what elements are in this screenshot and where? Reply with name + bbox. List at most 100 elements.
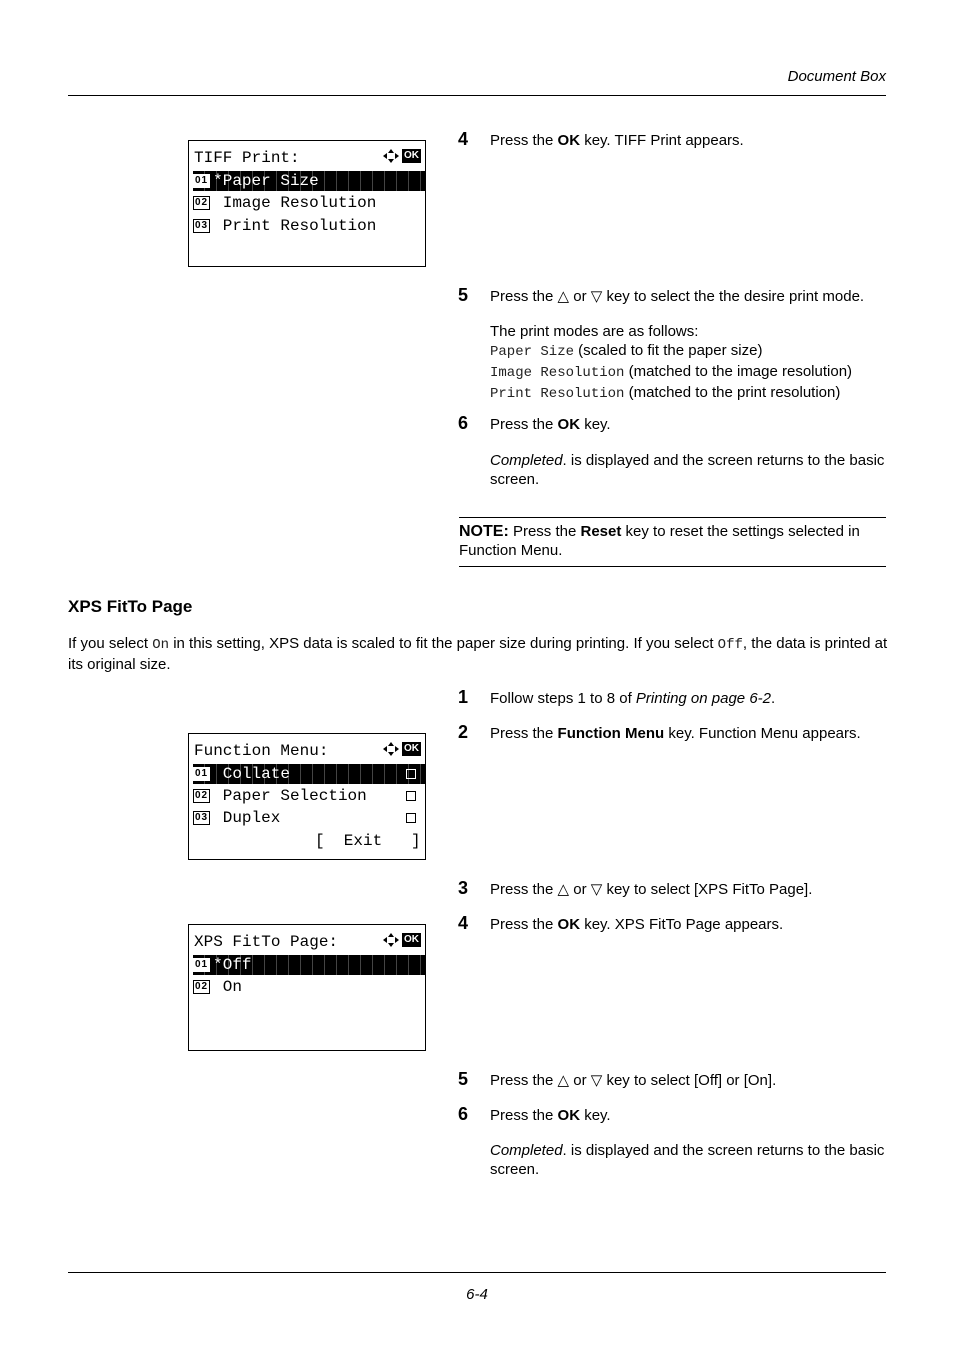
- text: .: [771, 690, 776, 707]
- item-label: *Off: [213, 956, 252, 974]
- ok-icon: OK: [402, 149, 421, 163]
- lcd-exit-row: [ Exit ]: [193, 831, 425, 851]
- ok-icon: OK: [402, 742, 421, 756]
- text: key. TIFF Print appears.: [580, 132, 744, 149]
- text: Follow steps 1 to 8 of: [490, 690, 636, 707]
- modes-intro: The print modes are as follows:: [490, 323, 699, 340]
- four-way-arrow-icon: [383, 742, 399, 756]
- item-number-badge: 03: [193, 219, 211, 233]
- text: Press the: [490, 725, 558, 742]
- section-title: XPS FitTo Page: [68, 597, 193, 616]
- text: key. XPS FitTo Page appears.: [580, 916, 784, 933]
- key-name: OK: [557, 1107, 581, 1124]
- item-label: Paper Selection: [213, 787, 367, 805]
- lcd-nav-ok-indicator: OK: [383, 933, 421, 947]
- lcd-function-menu: Function Menu: OK 01 Collate 02 Paper Se…: [188, 733, 426, 860]
- option-code: On: [152, 637, 170, 653]
- item-number-badge: 01: [193, 767, 211, 781]
- checkbox-icon: [406, 769, 416, 779]
- step-number: 2: [458, 722, 469, 742]
- note-label: NOTE:: [459, 523, 509, 540]
- item-number-badge: 01: [193, 174, 211, 188]
- step-number: 4: [458, 913, 469, 933]
- four-way-arrow-icon: [383, 933, 399, 947]
- lcd-xps-fitto-page: XPS FitTo Page: OK 01 *Off 02 On: [188, 924, 426, 1051]
- key-name: Function Menu: [557, 725, 665, 742]
- item-number-badge: 02: [193, 980, 211, 994]
- item-label: Collate: [213, 765, 290, 783]
- step-text: Press the OK key.: [490, 415, 890, 434]
- step-text: Follow steps 1 to 8 of Printing on page …: [490, 689, 890, 708]
- text: key.: [580, 1107, 611, 1124]
- header-rule: [68, 95, 886, 96]
- lcd-title: Function Menu:: [194, 742, 329, 760]
- lcd-nav-ok-indicator: OK: [383, 149, 421, 163]
- page-number: 6-4: [466, 1286, 488, 1303]
- step-number: 6: [458, 413, 469, 433]
- item-label: Image Resolution: [213, 194, 377, 212]
- step-number: 5: [458, 1069, 469, 1089]
- text: key. Function Menu appears.: [664, 725, 861, 742]
- step-text: Press the OK key.: [490, 1106, 890, 1125]
- lcd-nav-ok-indicator: OK: [383, 742, 421, 756]
- text: Press the: [490, 132, 558, 149]
- lcd-menu-item: 02 Image Resolution: [193, 193, 425, 213]
- lcd-title: XPS FitTo Page:: [194, 933, 339, 951]
- section-intro: If you select On in this setting, XPS da…: [68, 634, 898, 675]
- lcd-tiff-print: TIFF Print: OK 01 *Paper Size 02 Image Re…: [188, 140, 426, 267]
- mode-item: Image Resolution (matched to the image r…: [490, 362, 890, 383]
- mode-code: Image Resolution: [490, 365, 625, 381]
- lcd-menu-item: 03 Duplex: [193, 808, 425, 828]
- note-rule-top: [459, 517, 886, 518]
- step-text: Press the △ or ▽ key to select the the d…: [490, 288, 865, 305]
- text: If you select: [68, 635, 153, 652]
- item-number-badge: 03: [193, 811, 211, 825]
- exit-softkey: [ Exit ]: [315, 832, 421, 850]
- mode-desc: (matched to the image resolution): [624, 363, 853, 380]
- step-text: Press the OK key. XPS FitTo Page appears…: [490, 915, 890, 934]
- step-number: 3: [458, 878, 469, 898]
- lcd-menu-item: 01 *Off: [193, 955, 425, 975]
- note: NOTE: Press the Reset key to reset the s…: [459, 522, 889, 560]
- text: Press the: [490, 416, 558, 433]
- mode-desc: (scaled to fit the paper size): [574, 342, 763, 359]
- lcd-menu-item: 03 Print Resolution: [193, 216, 425, 236]
- step-number: 6: [458, 1104, 469, 1124]
- item-label: On: [213, 978, 242, 996]
- item-label: *Paper Size: [213, 172, 319, 190]
- checkbox-icon: [406, 791, 416, 801]
- footer-rule: [68, 1272, 886, 1273]
- key-name: OK: [557, 416, 581, 433]
- step-text: Press the △ or ▽ key to select [Off] or …: [490, 1072, 777, 1089]
- lcd-menu-item: 01 *Paper Size: [193, 171, 425, 191]
- item-label: Duplex: [213, 809, 281, 827]
- option-code: Off: [717, 637, 743, 653]
- mode-code: Print Resolution: [490, 386, 625, 402]
- mode-item: Print Resolution (matched to the print r…: [490, 383, 890, 404]
- item-number-badge: 01: [193, 958, 211, 972]
- step-number: 4: [458, 129, 469, 149]
- key-name: OK: [557, 132, 581, 149]
- lcd-title: TIFF Print:: [194, 149, 300, 167]
- lcd-menu-item: 01 Collate: [193, 764, 425, 784]
- item-number-badge: 02: [193, 196, 211, 210]
- lcd-menu-item: 02 On: [193, 977, 425, 997]
- ok-icon: OK: [402, 933, 421, 947]
- cross-reference-link[interactable]: Printing on page 6-2: [636, 690, 771, 707]
- step-text: Press the △ or ▽ key to select [XPS FitT…: [490, 881, 813, 898]
- item-number-badge: 02: [193, 789, 211, 803]
- item-label: Print Resolution: [213, 217, 377, 235]
- key-name: OK: [557, 916, 581, 933]
- step-text: Press the Function Menu key. Function Me…: [490, 724, 890, 743]
- step-detail: Completed. is displayed and the screen r…: [490, 1141, 885, 1179]
- four-way-arrow-icon: [383, 149, 399, 163]
- step-detail: Completed. is displayed and the screen r…: [490, 451, 885, 489]
- text: in this setting, XPS data is scaled to f…: [169, 635, 718, 652]
- note-rule-bottom: [459, 566, 886, 567]
- step-number: 1: [458, 687, 469, 707]
- status-text: Completed: [490, 1142, 563, 1159]
- key-name: Reset: [580, 523, 622, 540]
- status-text: Completed: [490, 452, 563, 469]
- mode-code: Paper Size: [490, 344, 575, 360]
- mode-desc: (matched to the print resolution): [624, 384, 841, 401]
